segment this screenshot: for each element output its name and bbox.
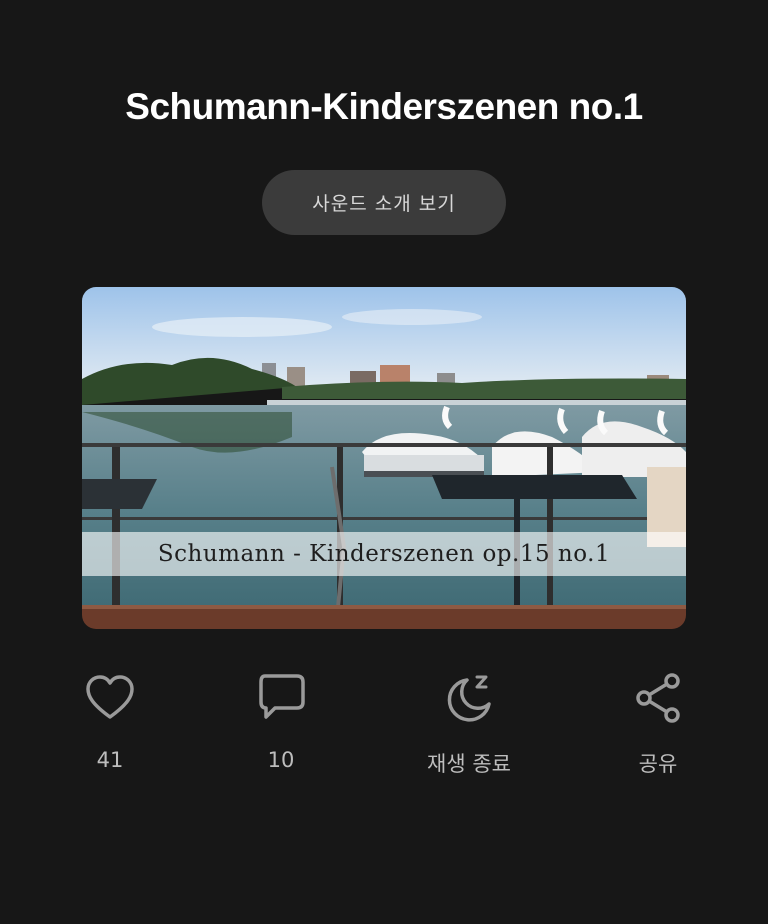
sound-intro-button[interactable]: 사운드 소개 보기 [262,170,506,235]
sleep-timer-button[interactable]: 재생 종료 [399,670,539,778]
lake-terrace-photo [82,287,686,629]
comment-button[interactable]: 10 [211,670,351,772]
share-icon [636,673,680,723]
sound-title: Schumann-Kinderszenen no.1 [125,86,643,127]
comment-count: 10 [267,748,295,772]
moon-sleep-icon [447,675,491,722]
share-label: 공유 [638,752,678,776]
cover-caption: Schumann - Kinderszenen op.15 no.1 [82,532,686,576]
action-bar: 41 10 재생 종료 공유 [0,670,768,790]
comment-icon [259,674,305,719]
sleep-timer-label: 재생 종료 [427,752,511,776]
like-count: 41 [96,748,124,772]
cover-image: Schumann - Kinderszenen op.15 no.1 [82,287,686,629]
heart-icon [86,675,134,719]
share-button[interactable]: 공유 [588,670,728,778]
like-button[interactable]: 41 [40,670,180,772]
